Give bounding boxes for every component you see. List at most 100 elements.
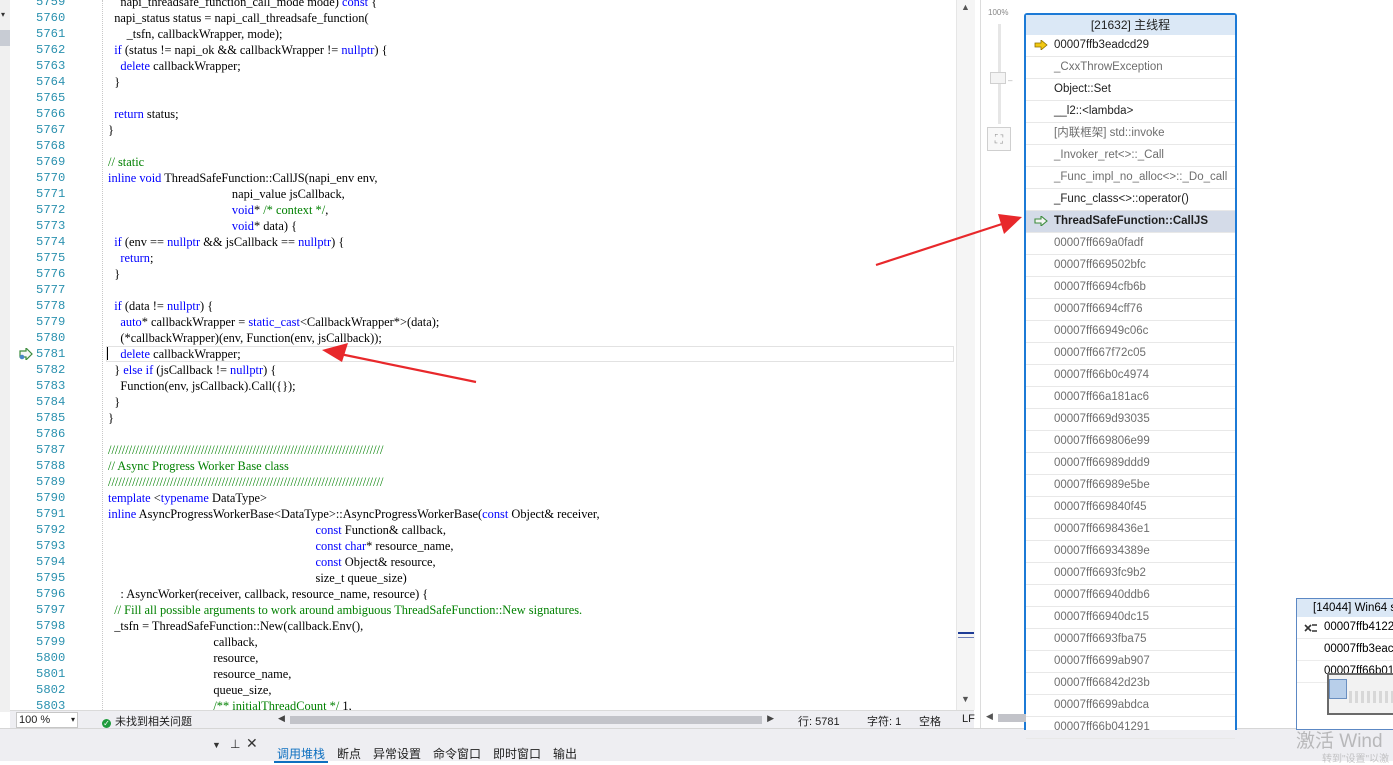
dropdown-icon[interactable]: ▼ <box>212 740 221 750</box>
stack-frame[interactable]: [内联框架] std::invoke <box>1026 123 1235 145</box>
tool-tab[interactable]: 调用堆栈 <box>274 747 329 763</box>
stack-frame[interactable]: 00007ff6693fba75 <box>1026 629 1235 651</box>
line-ending-indicator[interactable]: LF <box>962 713 975 725</box>
tool-tab[interactable]: 即时窗口 <box>490 747 544 761</box>
tool-tab[interactable]: 异常设置 <box>370 747 424 761</box>
code-line[interactable]: 5799 callback, <box>10 634 956 650</box>
stack-frame[interactable]: 00007ff669a0fadf <box>1026 233 1235 255</box>
editor-vertical-scrollbar[interactable]: ▲ ▼ <box>956 0 975 710</box>
stack-frame[interactable]: 00007ff66a181ac6 <box>1026 387 1235 409</box>
line-indicator[interactable]: 行: 5781 <box>798 713 840 729</box>
code-line[interactable]: 5801 resource_name, <box>10 666 956 682</box>
code-line[interactable]: 5762 if (status != napi_ok && callbackWr… <box>10 42 956 58</box>
code-editor[interactable]: 5759 napi_threadsafe_function_call_mode … <box>10 0 956 710</box>
code-line[interactable]: 5763 delete callbackWrapper; <box>10 58 956 74</box>
code-line[interactable]: 5796 : AsyncWorker(receiver, callback, r… <box>10 586 956 602</box>
stack-frame[interactable]: _Func_impl_no_alloc<>::_Do_call <box>1026 167 1235 189</box>
code-line[interactable]: 5775 return; <box>10 250 956 266</box>
code-line[interactable]: 5778 if (data != nullptr) { <box>10 298 956 314</box>
code-line[interactable]: 5803 /** initialThreadCount */ 1, <box>10 698 956 710</box>
stack-frame[interactable]: 00007ff6699ab907 <box>1026 651 1235 673</box>
code-line[interactable]: 5776 } <box>10 266 956 282</box>
column-indicator[interactable]: 字符: 1 <box>867 713 901 729</box>
code-line[interactable]: 5786 <box>10 426 956 442</box>
stack-frame[interactable]: 00007ff6694cfb6b <box>1026 277 1235 299</box>
tool-tab[interactable]: 输出 <box>550 747 580 761</box>
issues-indicator[interactable]: ✓ 未找到相关问题 <box>102 713 192 729</box>
zoom-knob[interactable] <box>990 72 1006 84</box>
code-line[interactable]: 5781 delete callbackWrapper; <box>10 346 956 362</box>
code-line[interactable]: 5761 _tsfn, callbackWrapper, mode); <box>10 26 956 42</box>
tool-tab[interactable]: 命令窗口 <box>430 747 484 761</box>
stack-frame[interactable]: 00007ff66842d23b <box>1026 673 1235 695</box>
stack-frame[interactable]: 00007ff66940dc15 <box>1026 607 1235 629</box>
stack-frame[interactable]: 00007ff667f72c05 <box>1026 343 1235 365</box>
code-line[interactable]: 5774 if (env == nullptr && jsCallback ==… <box>10 234 956 250</box>
stack-frame[interactable]: 00007ff669502bfc <box>1026 255 1235 277</box>
stack-frame[interactable]: 00007ff669d93035 <box>1026 409 1235 431</box>
code-line[interactable]: 5768 <box>10 138 956 154</box>
stack-frame[interactable]: 00007ffb3eac <box>1297 639 1393 661</box>
scrollbar-thumb[interactable] <box>290 716 762 724</box>
code-line[interactable]: 5797 // Fill all possible arguments to w… <box>10 602 956 618</box>
code-line[interactable]: 5760 napi_status status = napi_call_thre… <box>10 10 956 26</box>
code-line[interactable]: 5779 auto* callbackWrapper = static_cast… <box>10 314 956 330</box>
stack-frame[interactable]: 00007ff66949c06c <box>1026 321 1235 343</box>
chevron-down-icon[interactable]: ▾ <box>71 713 75 727</box>
stack-frame[interactable]: 00007ff6694cff76 <box>1026 299 1235 321</box>
stack-frame[interactable]: 00007ff66b0c4974 <box>1026 365 1235 387</box>
main-thread-header[interactable]: [21632] 主线程 <box>1026 15 1235 35</box>
code-line[interactable]: 5782 } else if (jsCallback != nullptr) { <box>10 362 956 378</box>
stack-frame[interactable]: 00007ffb3eadcd29 <box>1026 35 1235 57</box>
code-line[interactable]: 5783 Function(env, jsCallback).Call({}); <box>10 378 956 394</box>
stack-frame[interactable]: _CxxThrowException <box>1026 57 1235 79</box>
scrollbar-thumb[interactable] <box>998 714 1026 722</box>
code-line[interactable]: 5764 } <box>10 74 956 90</box>
code-line[interactable]: 5789 ////////////////////////////////////… <box>10 474 956 490</box>
code-line[interactable]: 5802 queue_size, <box>10 682 956 698</box>
stack-frame[interactable]: 00007ff6693fc9b2 <box>1026 563 1235 585</box>
code-line[interactable]: 5767} <box>10 122 956 138</box>
scroll-up-icon[interactable]: ▲ <box>961 2 970 12</box>
editor-horizontal-scrollbar[interactable]: ◀ ▶ <box>276 713 776 724</box>
whitespace-indicator[interactable]: 空格 <box>919 713 941 729</box>
minimap-viewport[interactable] <box>1329 679 1347 699</box>
stacks-horizontal-scrollbar[interactable]: ◀ <box>982 711 1393 724</box>
code-line[interactable]: 5790 template <typename DataType> <box>10 490 956 506</box>
code-line[interactable]: 5785} <box>10 410 956 426</box>
code-line[interactable]: 5777 <box>10 282 956 298</box>
zoom-select[interactable]: 100 % ▾ <box>16 712 78 728</box>
stack-frame[interactable]: Object::Set <box>1026 79 1235 101</box>
code-line[interactable]: 5791 inline AsyncProgressWorkerBase<DataT… <box>10 506 956 522</box>
code-line[interactable]: 5788 // Async Progress Worker Base class <box>10 458 956 474</box>
code-line[interactable]: 5771 napi_value jsCallback, <box>10 186 956 202</box>
scroll-right-icon[interactable]: ▶ <box>767 713 774 724</box>
code-line[interactable]: 5769 // static <box>10 154 956 170</box>
stack-frame[interactable]: 00007ff66989e5be <box>1026 475 1235 497</box>
stacks-minimap[interactable] <box>1327 673 1393 715</box>
worker-thread-header[interactable]: [14044] Win64 s <box>1297 599 1393 617</box>
main-thread-stack-box[interactable]: [21632] 主线程 00007ffb3eadcd29 _CxxThrowExc… <box>1024 13 1237 739</box>
stack-frame[interactable]: _Func_class<>::operator() <box>1026 189 1235 211</box>
stack-frame[interactable]: 00007ff669840f45 <box>1026 497 1235 519</box>
code-line[interactable]: 5792 const Function& callback, <box>10 522 956 538</box>
stack-frame[interactable]: 00007ffb4122 <box>1297 617 1393 639</box>
scroll-down-icon[interactable]: ▼ <box>961 694 970 704</box>
tool-tab[interactable]: 断点 <box>334 747 364 761</box>
stack-frame[interactable]: 00007ff66989ddd9 <box>1026 453 1235 475</box>
scroll-left-icon[interactable]: ◀ <box>278 713 285 724</box>
code-line[interactable]: 5765 <box>10 90 956 106</box>
code-line[interactable]: 5794 const Object& resource, <box>10 554 956 570</box>
code-line[interactable]: 5800 resource, <box>10 650 956 666</box>
stack-frame[interactable]: 00007ff66934389e <box>1026 541 1235 563</box>
chevron-down-icon[interactable]: ▾ <box>1 10 5 19</box>
stack-frame[interactable]: ThreadSafeFunction::CallJS <box>1026 211 1235 233</box>
code-line[interactable]: 5793 const char* resource_name, <box>10 538 956 554</box>
stack-frame[interactable]: 00007ff66940ddb6 <box>1026 585 1235 607</box>
code-line[interactable]: 5780 (*callbackWrapper)(env, Function(en… <box>10 330 956 346</box>
code-line[interactable]: 5772 void* /* context */, <box>10 202 956 218</box>
code-line[interactable]: 5773 void* data) { <box>10 218 956 234</box>
code-line[interactable]: 5787 ////////////////////////////////////… <box>10 442 956 458</box>
code-line[interactable]: 5766 return status; <box>10 106 956 122</box>
zoom-to-fit-button[interactable]: ⛶ <box>987 127 1011 151</box>
